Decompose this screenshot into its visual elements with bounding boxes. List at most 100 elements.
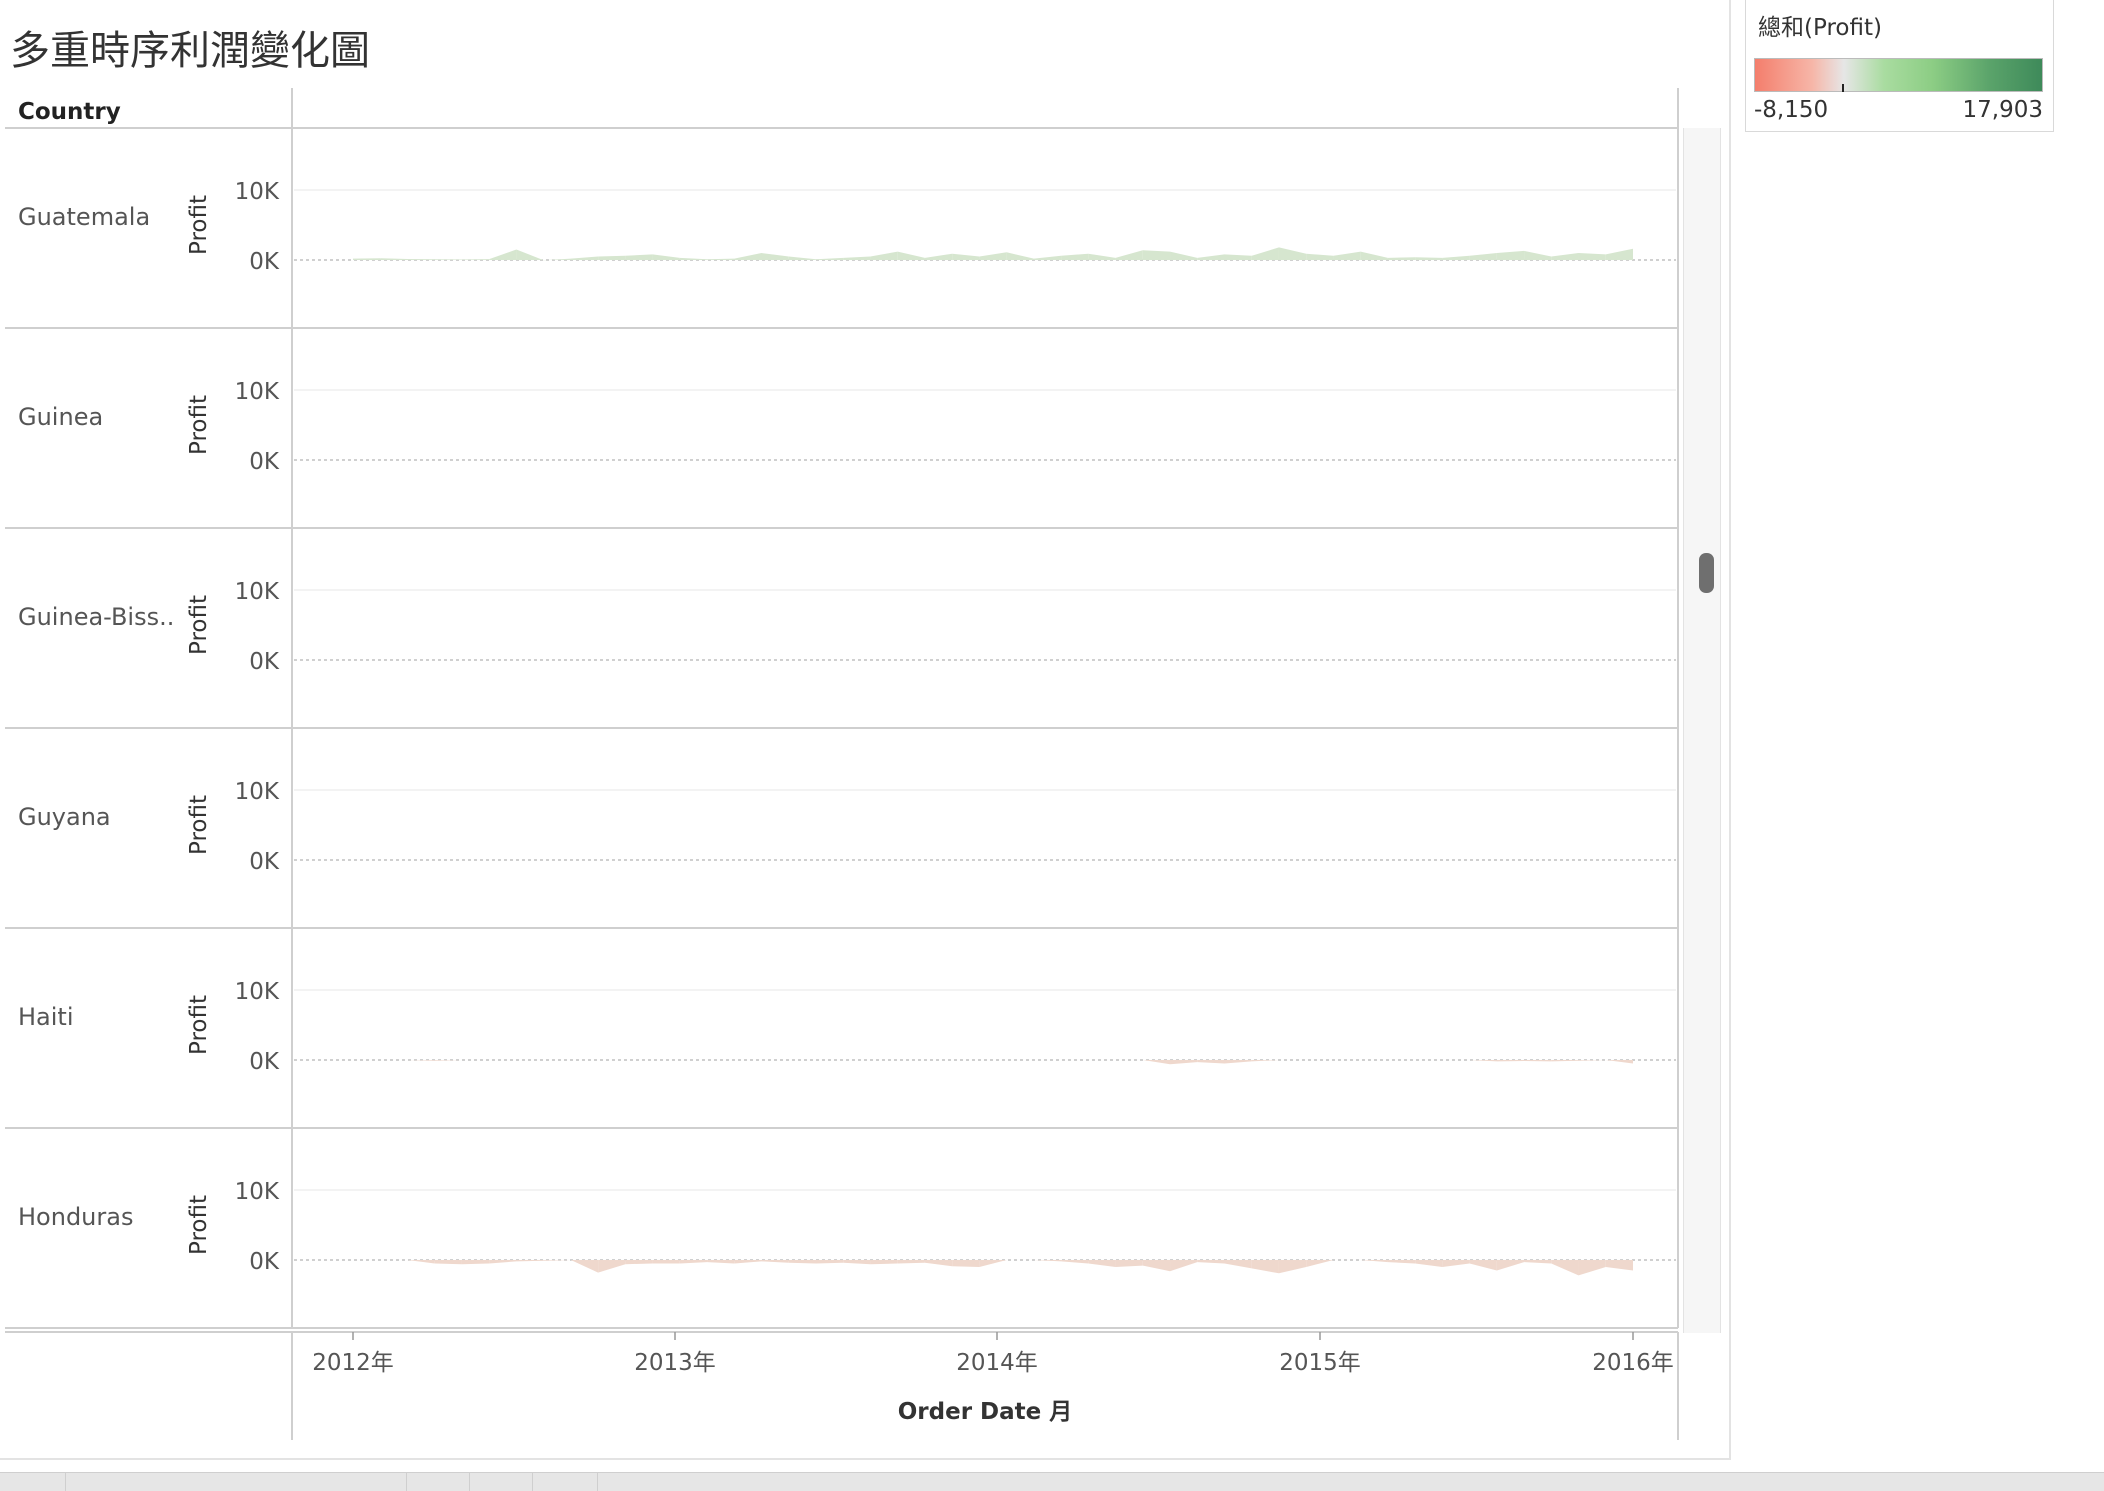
y-axis-title: Profit (186, 1195, 212, 1255)
area-segment (979, 1260, 1007, 1267)
y-axis-title: Profit (186, 595, 212, 655)
data-point (1115, 859, 1116, 860)
area-segment (1170, 1260, 1198, 1272)
area-segment (1551, 253, 1579, 260)
legend-zero-tick (1842, 84, 1844, 92)
area-segment (1061, 1260, 1089, 1264)
row-header-country[interactable]: Country (18, 99, 121, 125)
area-segment (1496, 250, 1525, 260)
area-segment (1224, 1060, 1252, 1064)
data-point (598, 659, 599, 660)
country-label[interactable]: Honduras (18, 1203, 133, 1231)
area-segment (1551, 1060, 1579, 1062)
chart-row: Guyana Profit 10K 0K (5, 728, 1679, 929)
area-segment (788, 256, 816, 260)
country-label[interactable]: Guinea-Biss.. (18, 603, 174, 631)
data-point (897, 859, 898, 860)
area-segment (679, 1260, 708, 1264)
area-segment (516, 1260, 544, 1262)
data-point (761, 659, 762, 660)
area-segment (570, 256, 599, 260)
data-point (706, 1059, 707, 1060)
data-point (352, 1259, 353, 1260)
data-point (543, 459, 544, 460)
country-label[interactable]: Guyana (18, 803, 111, 831)
data-point (598, 859, 599, 860)
area-segment (761, 1260, 789, 1263)
sheet-tab[interactable] (0, 1473, 66, 1491)
area-segment (1524, 250, 1552, 260)
y-tick-label: 10K (235, 1179, 280, 1205)
chart-row: Haiti Profit 10K 0K (5, 928, 1679, 1129)
sheet-tab[interactable] (407, 1473, 470, 1491)
area-segment (1496, 1260, 1525, 1271)
area-segment (598, 255, 626, 260)
color-legend[interactable]: 總和(Profit) -8,150 17,903 (1745, 0, 2054, 132)
data-point (543, 1059, 544, 1060)
area-segment (734, 253, 762, 260)
area-segment (1251, 1060, 1279, 1062)
legend-color-ramp (1754, 58, 2043, 92)
data-point (897, 459, 898, 460)
area-segment (625, 1260, 653, 1265)
sheet-tab[interactable] (533, 1473, 598, 1491)
scrollbar-track[interactable] (1683, 128, 1721, 1333)
area-segment (1360, 251, 1388, 260)
area-segment (1551, 1260, 1579, 1276)
data-point (1415, 1059, 1416, 1060)
area-segment (707, 258, 735, 260)
data-point (1006, 1059, 1007, 1060)
data-point (598, 459, 599, 460)
data-point (761, 1059, 762, 1060)
legend-min-label: -8,150 (1754, 97, 1829, 123)
area-segment (1442, 1260, 1470, 1267)
data-point (1306, 459, 1307, 460)
y-axis-title: Profit (186, 995, 212, 1055)
sheet-tab[interactable] (66, 1473, 407, 1491)
area-segment (897, 251, 925, 260)
country-label[interactable]: Guatemala (18, 203, 150, 231)
data-point (1360, 859, 1361, 860)
data-point (652, 459, 653, 460)
data-point (897, 1059, 898, 1060)
sheet-tab[interactable] (470, 1473, 533, 1491)
area-segment (1251, 247, 1279, 260)
area-segment (815, 257, 844, 260)
area-segment (1115, 250, 1143, 260)
area-segment (1224, 1260, 1252, 1269)
data-point (952, 859, 953, 860)
data-point (1060, 459, 1061, 460)
data-point (352, 859, 353, 860)
data-point (1006, 459, 1007, 460)
chart-row: Guatemala Profit 10K 0K (5, 128, 1679, 329)
data-point (897, 659, 898, 660)
data-point (652, 1059, 653, 1060)
area-segment (598, 1260, 626, 1273)
data-point (652, 659, 653, 660)
area-segment (652, 254, 680, 260)
data-point (761, 859, 762, 860)
area-segment (1469, 253, 1497, 260)
area-segment (1333, 251, 1361, 260)
data-point (1605, 859, 1606, 860)
data-point (1415, 459, 1416, 460)
area-segment (516, 249, 544, 261)
chart: Country Guatemala Profit 10K 0K Guinea Profit… (5, 88, 1679, 1440)
area-segment (489, 1260, 517, 1264)
area-segment (1605, 1260, 1633, 1271)
area-segment (1442, 255, 1470, 260)
area-segment (353, 258, 381, 260)
data-point (952, 459, 953, 460)
y-tick-label: 10K (235, 979, 280, 1005)
country-label[interactable]: Haiti (18, 1003, 74, 1031)
country-label[interactable]: Guinea (18, 403, 103, 431)
scrollbar-thumb[interactable] (1699, 553, 1714, 593)
data-point (407, 459, 408, 460)
x-tick-label: 2015年 (1279, 1350, 1361, 1376)
area-segment (1088, 253, 1116, 260)
area-segment (979, 252, 1007, 260)
x-tick-label: 2012年 (312, 1350, 394, 1376)
area-segment (625, 254, 653, 260)
y-tick-label: 10K (235, 379, 280, 405)
bottom-divider (0, 1458, 1731, 1460)
